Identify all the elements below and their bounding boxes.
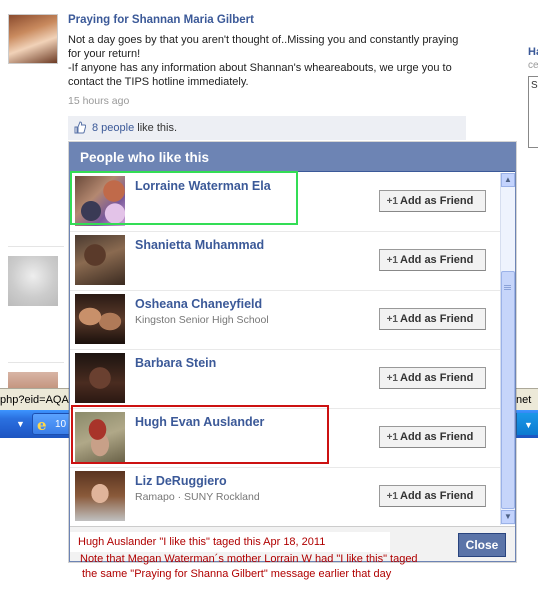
scrollbar-thumb[interactable] <box>501 271 515 509</box>
sidebar-subtext-fragment: ce <box>528 60 538 71</box>
likes-summary: 8 people like this. <box>92 122 177 134</box>
dialog-header: People who like this <box>70 143 515 172</box>
sidebar-heading-fragment: Ha <box>528 46 538 58</box>
add-as-friend-button[interactable]: +1 Add as Friend <box>379 190 486 212</box>
highlight-box-red <box>71 405 329 464</box>
taskbar-button-label: 10 <box>55 419 67 430</box>
person-name[interactable]: Barbara Stein <box>135 356 216 370</box>
add-as-friend-label: Add as Friend <box>400 431 474 443</box>
likes-count-link[interactable]: 8 people <box>92 122 134 134</box>
sidebar-box-fragment: S <box>528 76 538 148</box>
annotation-line: Note that Megan Waterman´s mother Lorrai… <box>80 553 418 565</box>
dialog-scrollbar[interactable]: ▲ ▼ <box>500 173 515 525</box>
person-subtitle: Kingston Senior High School <box>135 314 269 326</box>
person-subtitle: Ramapo · SUNY Rockland <box>135 491 260 503</box>
add-as-friend-label: Add as Friend <box>400 313 474 325</box>
add-as-friend-button[interactable]: +1 Add as Friend <box>379 485 486 507</box>
feed-divider <box>8 362 64 363</box>
status-zone-text: net <box>516 394 532 406</box>
list-item: Shanietta Muhammad +1 Add as Friend <box>70 232 500 291</box>
post-timestamp[interactable]: 15 hours ago <box>68 95 129 107</box>
profile-photo[interactable] <box>75 471 125 521</box>
add-friend-icon: +1 <box>386 372 398 384</box>
annotation-line: Hugh Auslander "I like this" taged this … <box>78 536 326 548</box>
taskbar-ie-button[interactable]: e 10 <box>32 413 72 435</box>
likes-bar: 8 people like this. <box>68 116 466 140</box>
add-as-friend-label: Add as Friend <box>400 490 474 502</box>
add-friend-icon: +1 <box>386 254 398 266</box>
highlight-box-green <box>70 171 298 225</box>
status-url-text: php?eid=AQA <box>0 394 69 406</box>
chevron-down-icon: ▼ <box>524 420 533 430</box>
close-button[interactable]: Close <box>458 533 506 557</box>
feed-avatar[interactable] <box>8 256 58 306</box>
sidebar-box-text: S <box>531 80 538 91</box>
profile-photo[interactable] <box>75 235 125 285</box>
person-name[interactable]: Osheana Chaneyfield <box>135 297 262 311</box>
add-friend-icon: +1 <box>386 431 398 443</box>
person-name[interactable]: Shanietta Muhammad <box>135 238 264 252</box>
thumbs-up-icon <box>74 121 86 134</box>
internet-explorer-icon: e <box>37 416 47 434</box>
post-body: Not a day goes by that you aren't though… <box>68 34 459 88</box>
list-item: Barbara Stein +1 Add as Friend <box>70 350 500 409</box>
person-name[interactable]: Liz DeRuggiero <box>135 474 227 488</box>
chevron-down-icon[interactable]: ▼ <box>16 419 25 429</box>
list-item: Liz DeRuggiero Ramapo · SUNY Rockland +1… <box>70 468 500 525</box>
people-list: Lorraine Waterman Ela +1 Add as Friend Sh… <box>70 173 500 525</box>
scrollbar-grip <box>504 285 511 291</box>
profile-photo[interactable] <box>75 353 125 403</box>
add-as-friend-button[interactable]: +1 Add as Friend <box>379 308 486 330</box>
list-item: Osheana Chaneyfield Kingston Senior High… <box>70 291 500 350</box>
add-friend-icon: +1 <box>386 490 398 502</box>
likes-suffix: like this. <box>134 122 178 134</box>
taskbar-tray-button[interactable]: ▼ <box>516 413 538 435</box>
add-friend-icon: +1 <box>386 195 398 207</box>
add-as-friend-button[interactable]: +1 Add as Friend <box>379 249 486 271</box>
post-author-avatar[interactable] <box>8 14 58 64</box>
add-as-friend-button[interactable]: +1 Add as Friend <box>379 367 486 389</box>
feed-divider <box>8 246 64 247</box>
add-as-friend-label: Add as Friend <box>400 195 474 207</box>
dialog-title: People who like this <box>80 150 210 165</box>
post-title[interactable]: Praying for Shannan Maria Gilbert <box>68 14 254 26</box>
scroll-down-arrow-icon[interactable]: ▼ <box>501 510 515 524</box>
add-as-friend-button[interactable]: +1 Add as Friend <box>379 426 486 448</box>
profile-photo[interactable] <box>75 294 125 344</box>
add-as-friend-label: Add as Friend <box>400 254 474 266</box>
annotation-line: the same "Praying for Shanna Gilbert" me… <box>82 568 392 580</box>
add-friend-icon: +1 <box>386 313 398 325</box>
scroll-up-arrow-icon[interactable]: ▲ <box>501 173 515 187</box>
add-as-friend-label: Add as Friend <box>400 372 474 384</box>
